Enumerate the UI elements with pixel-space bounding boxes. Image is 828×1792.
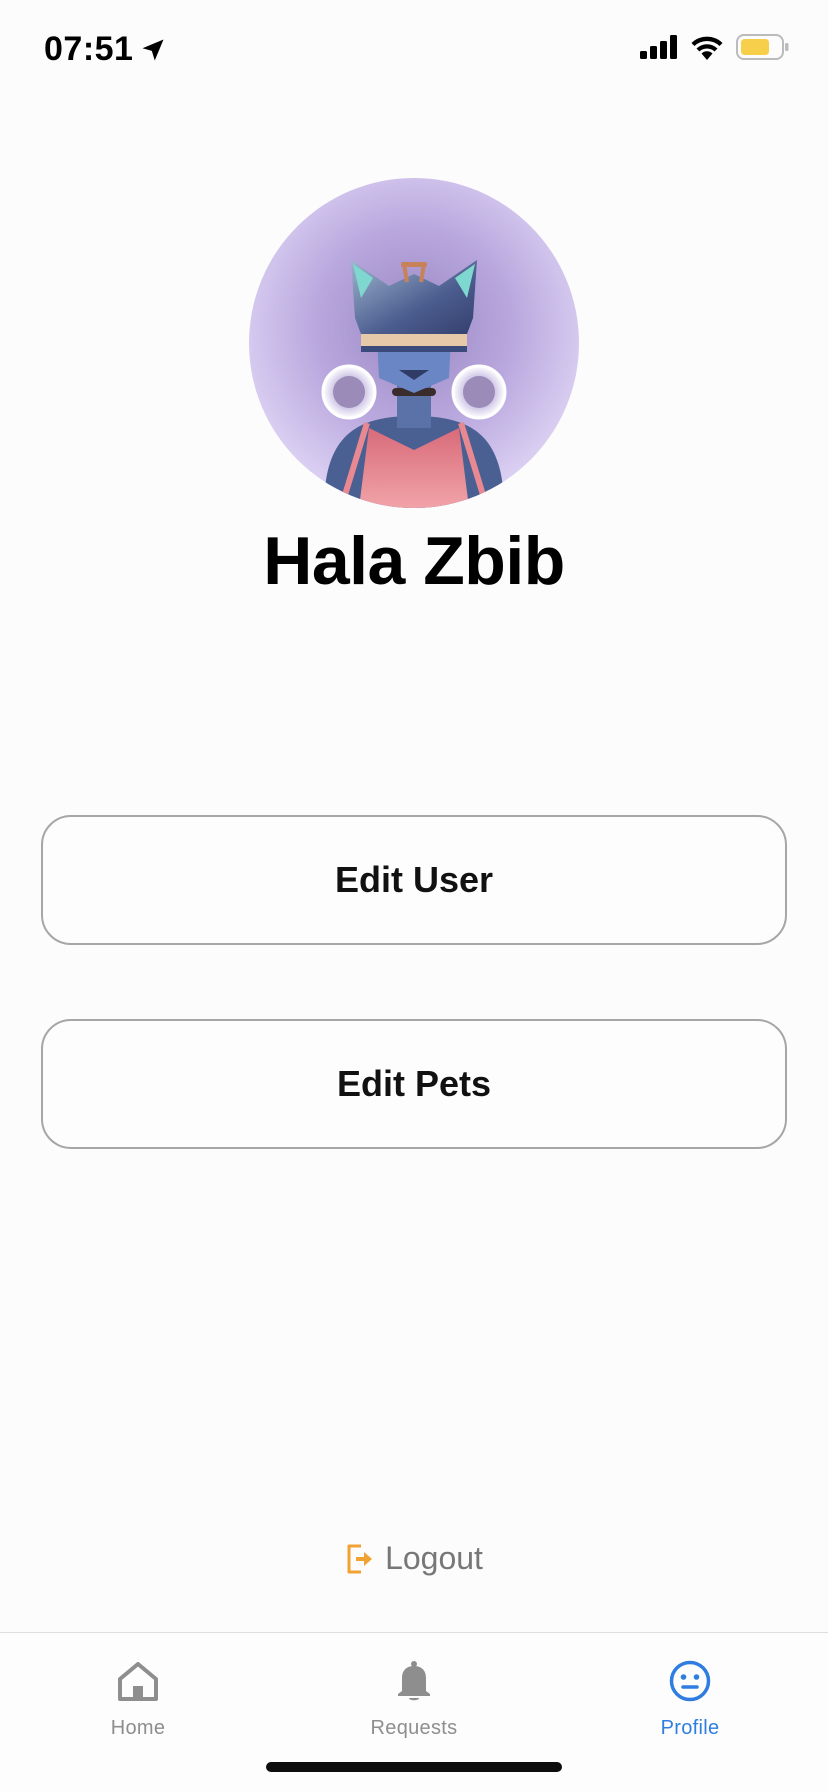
tab-requests-label: Requests: [370, 1717, 458, 1739]
status-bar: 07:51: [0, 0, 828, 100]
avatar: [249, 178, 579, 508]
status-indicators: [640, 34, 790, 60]
signal-icon: [640, 35, 677, 59]
tab-home-label: Home: [110, 1717, 166, 1739]
avatar-illustration: [249, 178, 579, 508]
profile-screen: 07:51 Hala Zbib Edit User Edit Pets Logo…: [0, 0, 828, 1792]
bell-icon: [398, 1661, 430, 1701]
tab-profile[interactable]: Profile: [552, 1645, 828, 1755]
battery-icon: [736, 34, 789, 60]
location-arrow-icon: [142, 39, 164, 60]
logout-button[interactable]: Logout: [0, 1540, 828, 1577]
tab-home[interactable]: Home: [0, 1645, 276, 1755]
home-indicator: [266, 1762, 562, 1772]
tab-profile-label: Profile: [660, 1717, 720, 1739]
home-icon: [118, 1662, 158, 1701]
wifi-icon: [691, 36, 723, 60]
user-name: Hala Zbib: [263, 523, 565, 599]
tab-requests[interactable]: Requests: [276, 1645, 552, 1755]
status-time: 07:51: [44, 30, 134, 68]
status-time-group: 07:51: [44, 30, 167, 69]
smiley-icon: [669, 1660, 711, 1702]
edit-user-button[interactable]: Edit User: [41, 815, 787, 945]
edit-pets-button[interactable]: Edit Pets: [41, 1019, 787, 1149]
logout-label: Logout: [385, 1540, 483, 1576]
logout-icon: [347, 1544, 373, 1573]
